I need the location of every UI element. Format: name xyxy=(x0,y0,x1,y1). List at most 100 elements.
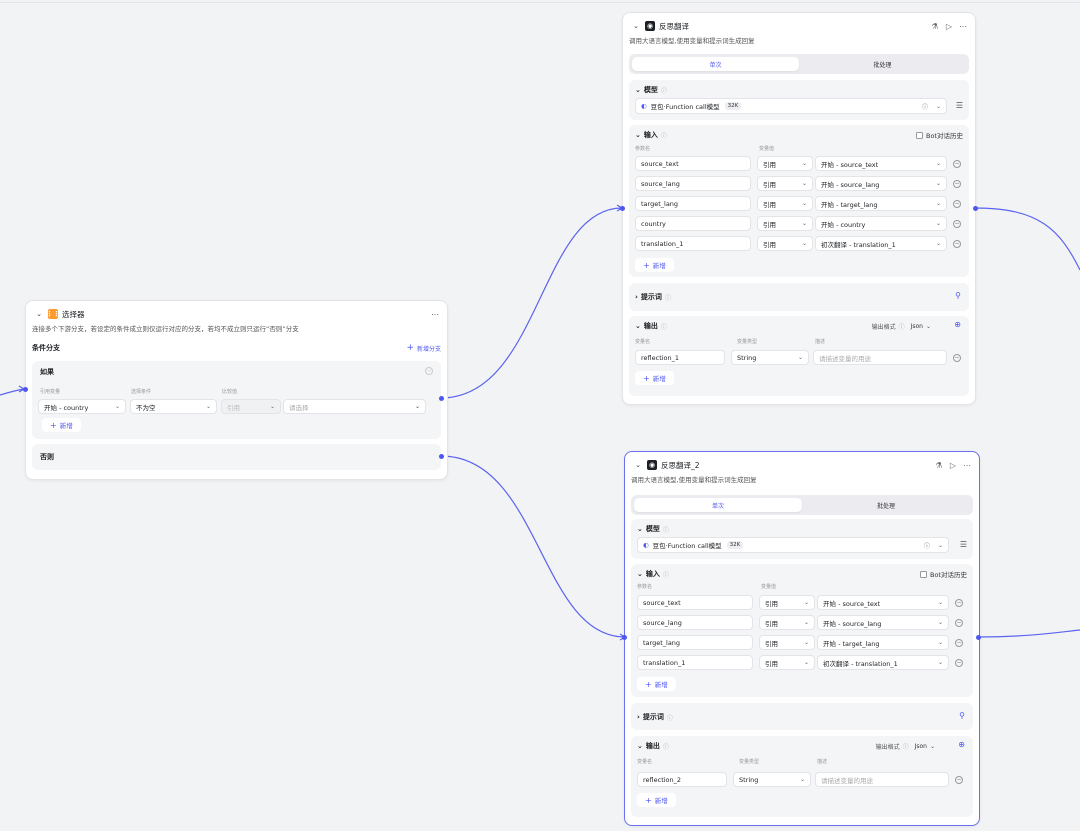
tab-batch[interactable]: 批处理 xyxy=(799,57,966,71)
value-type-select[interactable]: 引用 ⌄ xyxy=(757,196,813,211)
settings-sliders-icon[interactable]: ☰ xyxy=(960,540,967,549)
bot-history-checkbox[interactable]: Bot对话历史 xyxy=(920,569,967,579)
output-format-control[interactable]: 输出格式 ⓘ Json ⌄ xyxy=(872,322,931,331)
chevron-down-icon[interactable]: ⌄ xyxy=(633,460,643,470)
else-output-port[interactable] xyxy=(439,454,444,459)
model-header[interactable]: ⌄ 模型 ⓘ xyxy=(635,85,667,95)
param-name-field[interactable]: source_text xyxy=(637,595,753,610)
add-branch-button[interactable]: + 新增分支 xyxy=(406,343,441,353)
value-type-select[interactable]: 引用 ⌄ xyxy=(759,595,815,610)
test-run-icon[interactable]: ⚗ xyxy=(935,461,943,470)
more-icon[interactable]: ⋯ xyxy=(959,22,967,31)
model-select[interactable]: ◐ 豆包·Function call模型 32K ⓘ ⌄ xyxy=(637,537,949,553)
remove-icon[interactable]: − xyxy=(955,776,963,784)
value-ref-select[interactable]: 开始 - source_text ⌄ xyxy=(817,595,949,610)
play-icon[interactable]: ▷ xyxy=(949,461,957,470)
if-output-port[interactable] xyxy=(439,396,444,401)
add-output-icon[interactable]: ⊕ xyxy=(958,740,965,749)
more-icon[interactable]: ⋯ xyxy=(431,310,439,319)
compare-type-select[interactable]: 引用 ⌄ xyxy=(221,399,281,414)
output-type-select[interactable]: String ⌄ xyxy=(731,350,809,365)
input-header[interactable]: ⌄ 输入 ⓘ xyxy=(637,569,669,579)
output-port[interactable] xyxy=(973,206,978,211)
value-ref-select[interactable]: 开始 - source_lang ⌄ xyxy=(815,176,947,191)
remove-icon[interactable]: − xyxy=(953,240,961,248)
output-port[interactable] xyxy=(976,635,981,640)
value-type-select[interactable]: 引用 ⌄ xyxy=(757,236,813,251)
remove-icon[interactable]: − xyxy=(953,200,961,208)
add-output-button[interactable]: + 新增 xyxy=(637,793,676,807)
param-name-field[interactable]: country xyxy=(635,216,751,231)
remove-icon[interactable]: − xyxy=(955,599,963,607)
play-icon[interactable]: ▷ xyxy=(945,22,953,31)
output-name-field[interactable]: reflection_2 xyxy=(637,772,727,787)
tab-batch[interactable]: 批处理 xyxy=(802,498,970,512)
tab-single[interactable]: 单次 xyxy=(634,498,802,512)
value-type-select[interactable]: 引用 ⌄ xyxy=(759,635,815,650)
value-ref-select[interactable]: 开始 - target_lang ⌄ xyxy=(815,196,947,211)
input-port[interactable] xyxy=(622,635,627,640)
add-output-icon[interactable]: ⊕ xyxy=(954,320,961,329)
output-header[interactable]: ⌄ 输出 ⓘ xyxy=(637,741,669,751)
param-name-field[interactable]: source_lang xyxy=(637,615,753,630)
value-type-select[interactable]: 引用 ⌄ xyxy=(759,655,815,670)
prompt-header[interactable]: › 提示词 ⓘ xyxy=(635,292,671,302)
prompt-library-icon[interactable]: ⚲ xyxy=(959,711,965,720)
param-name-field[interactable]: source_text xyxy=(635,156,751,171)
output-header[interactable]: ⌄ 输出 ⓘ xyxy=(635,321,667,331)
test-run-icon[interactable]: ⚗ xyxy=(931,22,939,31)
tab-single[interactable]: 单次 xyxy=(632,57,799,71)
condition-select[interactable]: 不为空 ⌄ xyxy=(130,399,217,414)
remove-branch-icon[interactable]: − xyxy=(425,367,433,375)
settings-sliders-icon[interactable]: ☰ xyxy=(956,101,963,110)
remove-icon[interactable]: − xyxy=(953,220,961,228)
remove-icon[interactable]: − xyxy=(955,639,963,647)
chevron-down-icon[interactable]: ⌄ xyxy=(34,309,44,319)
remove-icon[interactable]: − xyxy=(953,354,961,362)
value-type-select[interactable]: 引用 ⌄ xyxy=(759,615,815,630)
param-name-field[interactable]: target_lang xyxy=(635,196,751,211)
prompt-header[interactable]: › 提示词 ⓘ xyxy=(637,712,673,722)
add-output-button[interactable]: + 新增 xyxy=(635,371,674,385)
model-header[interactable]: ⌄ 模型 ⓘ xyxy=(637,524,669,534)
output-desc-field[interactable]: 请描述变量的用途 xyxy=(813,350,947,365)
more-icon[interactable]: ⋯ xyxy=(963,461,971,470)
chevron-down-icon[interactable]: ⌄ xyxy=(631,21,641,31)
param-name-field[interactable]: source_lang xyxy=(635,176,751,191)
value-ref-select[interactable]: 开始 - country ⌄ xyxy=(815,216,947,231)
param-name-field[interactable]: target_lang xyxy=(637,635,753,650)
model-select[interactable]: ◐ 豆包·Function call模型 32K ⓘ ⌄ xyxy=(635,98,947,114)
param-name-field[interactable]: translation_1 xyxy=(637,655,753,670)
remove-icon[interactable]: − xyxy=(955,619,963,627)
selector-node[interactable]: ⌄ ⋮⋮ 选择器 ⋯ 连接多个下游分支，若设定的条件成立则仅运行对应的分支，若均… xyxy=(23,300,448,480)
add-input-button[interactable]: + 新增 xyxy=(637,677,676,691)
bot-history-checkbox[interactable]: Bot对话历史 xyxy=(916,130,963,140)
branch-icon: ⋮⋮ xyxy=(46,309,60,319)
add-input-button[interactable]: + 新增 xyxy=(635,258,674,272)
value-type-select[interactable]: 引用 ⌄ xyxy=(757,176,813,191)
output-type-select[interactable]: String ⌄ xyxy=(733,772,811,787)
param-name-field[interactable]: translation_1 xyxy=(635,236,751,251)
ref-variable-select[interactable]: 开始 - country ⌄ xyxy=(38,399,126,414)
compare-value-select[interactable]: 请选择 ⌄ xyxy=(283,399,426,414)
value-ref-select[interactable]: 初次翻译 - translation_1 ⌄ xyxy=(817,655,949,670)
value-ref-select[interactable]: 开始 - source_text ⌄ xyxy=(815,156,947,171)
llm-node-reflect1[interactable]: ⌄ ◉ 反思翻译 ⚗ ▷ ⋯ 调用大语言模型,使用变量和提示词生成回复 单次 批… xyxy=(620,12,978,405)
output-desc-field[interactable]: 请描述变量的用途 xyxy=(815,772,949,787)
add-condition-button[interactable]: + 新增 xyxy=(42,418,81,432)
value-type-select[interactable]: 引用 ⌄ xyxy=(757,216,813,231)
output-name-field[interactable]: reflection_1 xyxy=(635,350,725,365)
input-port[interactable] xyxy=(23,387,28,392)
prompt-library-icon[interactable]: ⚲ xyxy=(955,291,961,300)
llm-node-reflect2[interactable]: ⌄ ◉ 反思翻译_2 ⚗ ▷ ⋯ 调用大语言模型,使用变量和提示词生成回复 单次… xyxy=(622,451,981,826)
remove-icon[interactable]: − xyxy=(953,160,961,168)
remove-icon[interactable]: − xyxy=(955,659,963,667)
input-header[interactable]: ⌄ 输入 ⓘ xyxy=(635,130,667,140)
output-format-control[interactable]: 输出格式 ⓘ Json ⌄ xyxy=(876,742,935,751)
remove-icon[interactable]: − xyxy=(953,180,961,188)
value-ref-select[interactable]: 开始 - target_lang ⌄ xyxy=(817,635,949,650)
value-ref-select[interactable]: 初次翻译 - translation_1 ⌄ xyxy=(815,236,947,251)
value-type-select[interactable]: 引用 ⌄ xyxy=(757,156,813,171)
value-ref-select[interactable]: 开始 - source_lang ⌄ xyxy=(817,615,949,630)
input-port[interactable] xyxy=(620,206,625,211)
